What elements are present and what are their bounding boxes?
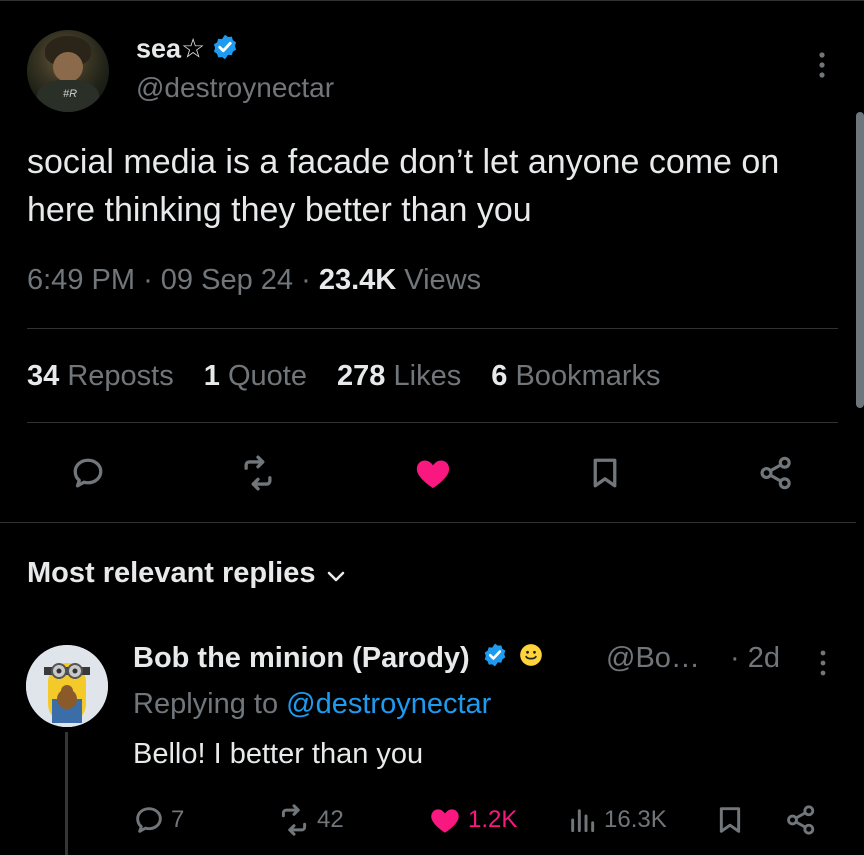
replying-to-handle-link[interactable]: @destroynectar — [286, 688, 491, 720]
reply-share-button[interactable] — [784, 800, 824, 840]
divider — [27, 328, 838, 329]
reply-bookmark-button[interactable] — [714, 800, 752, 840]
reply-icon — [136, 807, 162, 833]
replies-sort-label: Most relevant replies — [27, 557, 316, 589]
reply-reply-count: 7 — [171, 806, 185, 833]
author-handle[interactable]: @destroynectar — [136, 72, 334, 104]
replying-to: Replying to @destroynectar — [133, 688, 491, 721]
meta-separator: · — [301, 264, 311, 296]
reply-button[interactable] — [66, 451, 110, 495]
engagement-stats: 34 Reposts 1 Quote 278 Likes 6 Bookmarks — [27, 360, 683, 393]
reply-views-button[interactable]: 16.3K — [566, 800, 667, 840]
tweet-meta: 6:49 PM · 09 Sep 24 · 23.4K Views — [27, 264, 481, 297]
avatar-shirt-mark: #R — [63, 88, 78, 100]
analytics-icon — [571, 809, 595, 833]
bookmarks-stat[interactable]: 6 Bookmarks — [491, 360, 660, 392]
reply-author-avatar[interactable] — [26, 645, 108, 727]
reply-text: Bello! I better than you — [133, 738, 424, 770]
reply-repost-count: 42 — [317, 806, 344, 833]
more-options-icon[interactable] — [814, 50, 830, 80]
meta-separator: · — [143, 264, 153, 296]
reply-like-count: 1.2K — [468, 806, 518, 833]
bookmark-icon — [719, 807, 741, 833]
author-name-row[interactable]: sea☆ — [136, 33, 239, 68]
divider — [0, 522, 856, 523]
verified-badge-icon[interactable] — [482, 642, 508, 676]
smiley-badge-icon[interactable] — [518, 642, 544, 676]
author-name[interactable]: sea☆ — [136, 34, 205, 64]
repost-icon — [244, 455, 272, 491]
reply-author-handle[interactable]: @Bo… — [606, 642, 700, 675]
avatar-face — [53, 52, 83, 82]
reply-like-button[interactable]: 1.2K — [428, 800, 517, 840]
replies-sort-dropdown[interactable]: Most relevant replies — [27, 557, 346, 591]
reply-more-options-icon[interactable] — [816, 648, 830, 678]
replying-prefix: Replying to — [133, 688, 279, 720]
reply-repost-button[interactable]: 42 — [277, 800, 344, 840]
share-icon — [787, 805, 815, 835]
like-button[interactable] — [411, 451, 455, 495]
heart-filled-icon — [416, 460, 450, 488]
bookmark-button[interactable] — [583, 451, 627, 495]
reply-reply-button[interactable]: 7 — [133, 800, 184, 840]
reply-author-name-row[interactable]: Bob the minion (Parody) — [133, 642, 544, 676]
tweet-time[interactable]: 6:49 PM — [27, 264, 135, 296]
scrollbar-thumb[interactable] — [856, 112, 864, 408]
reply-author-name[interactable]: Bob the minion (Parody) — [133, 642, 470, 674]
verified-badge-icon[interactable] — [211, 33, 239, 68]
bookmark-icon — [593, 458, 617, 488]
chevron-down-icon — [326, 558, 346, 591]
repost-button[interactable] — [236, 451, 280, 495]
reply-time[interactable]: · 2d — [730, 642, 780, 675]
heart-filled-icon — [431, 809, 459, 833]
author-avatar[interactable]: #R — [27, 30, 109, 112]
quotes-stat[interactable]: 1 Quote — [204, 360, 307, 392]
tweet-date[interactable]: 09 Sep 24 — [161, 264, 293, 296]
divider — [27, 422, 838, 423]
likes-stat[interactable]: 278 Likes — [337, 360, 461, 392]
share-button[interactable] — [754, 451, 798, 495]
share-icon — [760, 456, 791, 490]
reply-icon — [73, 458, 103, 488]
reposts-stat[interactable]: 34 Reposts — [27, 360, 174, 392]
tweet-text: social media is a facade don’t let anyon… — [27, 143, 780, 229]
repost-icon — [281, 804, 307, 836]
reply-views-count: 16.3K — [604, 806, 667, 833]
views-label: Views — [404, 264, 482, 296]
top-border — [0, 0, 864, 1]
thread-line — [65, 732, 68, 855]
views-count: 23.4K — [318, 264, 397, 296]
